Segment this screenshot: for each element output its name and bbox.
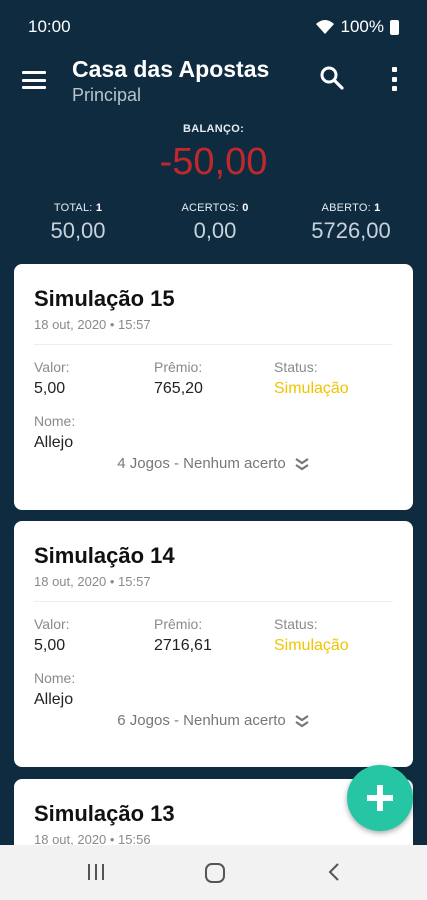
nome-value: Allejo [34,691,74,708]
bet-details: Valor: 5,00 Prêmio: 765,20 Status: Simul… [34,345,393,455]
plus-icon [367,785,393,811]
nome-label: Nome: [34,413,76,429]
games-summary: 4 Jogos - Nenhum acerto [117,455,286,472]
valor-value: 5,00 [34,637,66,654]
bet-card[interactable]: Simulação 15 18 out, 2020 • 15:57 Valor:… [14,264,413,510]
chevron-double-down-icon[interactable] [294,714,310,728]
nome-label: Nome: [34,670,76,686]
premio-value: 765,20 [154,380,203,397]
balance-label: BALANÇO: [182,123,245,135]
battery-icon [390,19,399,35]
menu-icon[interactable] [22,68,46,92]
bet-footer[interactable]: 6 Jogos - Nenhum acerto [34,712,393,729]
bet-details: Valor: 5,00 Prêmio: 2716,61 Status: Simu… [34,602,393,712]
valor-field: Valor: 5,00 [34,359,70,398]
balance-value: -50,00 [159,141,268,183]
stat-acertos-label: ACERTOS: [181,202,239,214]
chevron-double-down-icon[interactable] [294,457,310,471]
status-label: Status: [274,359,318,375]
bet-date: 18 out, 2020 • 15:57 [34,317,151,332]
status-field: Status: Simulação [274,359,349,398]
home-icon[interactable] [204,862,226,884]
status-indicators: 100% [315,17,399,37]
valor-value: 5,00 [34,380,66,397]
status-value: Simulação [274,380,349,397]
stat-total-value: 50,00 [50,218,106,243]
status-value: Simulação [274,637,349,654]
status-time: 10:00 [28,17,71,36]
stat-aberto: ABERTO: 1 5726,00 [303,202,399,244]
back-icon[interactable] [326,862,342,882]
add-bet-button[interactable] [347,765,413,831]
stat-total-label: TOTAL: [53,202,93,214]
valor-label: Valor: [34,616,70,632]
premio-label: Prêmio: [154,616,203,632]
nome-value: Allejo [34,434,74,451]
valor-label: Valor: [34,359,70,375]
status-bar: 10:00 100% [0,0,427,54]
premio-field: Prêmio: 765,20 [154,359,203,398]
premio-field: Prêmio: 2716,61 [154,616,212,655]
app-title: Casa das Apostas [72,56,270,82]
wifi-icon [315,20,334,34]
bet-title: Simulação 13 [34,801,175,826]
nome-field: Nome: Allejo [34,670,75,709]
stat-aberto-count: 1 [374,202,381,214]
bet-card[interactable]: Simulação 14 18 out, 2020 • 15:57 Valor:… [14,521,413,767]
nome-field: Nome: Allejo [34,413,75,452]
search-icon[interactable] [318,64,346,92]
premio-label: Prêmio: [154,359,203,375]
status-label: Status: [274,616,318,632]
stat-acertos: ACERTOS: 0 0,00 [165,202,265,244]
bet-title: Simulação 14 [34,543,175,568]
battery-percent: 100% [340,17,384,36]
bet-date: 18 out, 2020 • 15:57 [34,574,151,589]
stat-acertos-value: 0,00 [193,218,237,243]
valor-field: Valor: 5,00 [34,616,70,655]
bet-footer[interactable]: 4 Jogos - Nenhum acerto [34,455,393,472]
premio-value: 2716,61 [154,637,212,654]
stat-total-count: 1 [95,202,103,214]
stat-total: TOTAL: 1 50,00 [30,202,126,244]
bet-title: Simulação 15 [34,286,175,311]
app-subtitle: Principal [72,85,142,105]
recent-apps-icon[interactable] [86,862,106,882]
games-summary: 6 Jogos - Nenhum acerto [117,712,286,729]
stat-aberto-label: ABERTO: [321,202,371,214]
more-options-icon[interactable] [384,64,404,94]
status-field: Status: Simulação [274,616,349,655]
stat-acertos-count: 0 [242,202,249,214]
app-bar: Casa das Apostas Principal [0,54,427,118]
system-nav-bar [0,845,427,900]
stat-aberto-value: 5726,00 [311,218,391,243]
